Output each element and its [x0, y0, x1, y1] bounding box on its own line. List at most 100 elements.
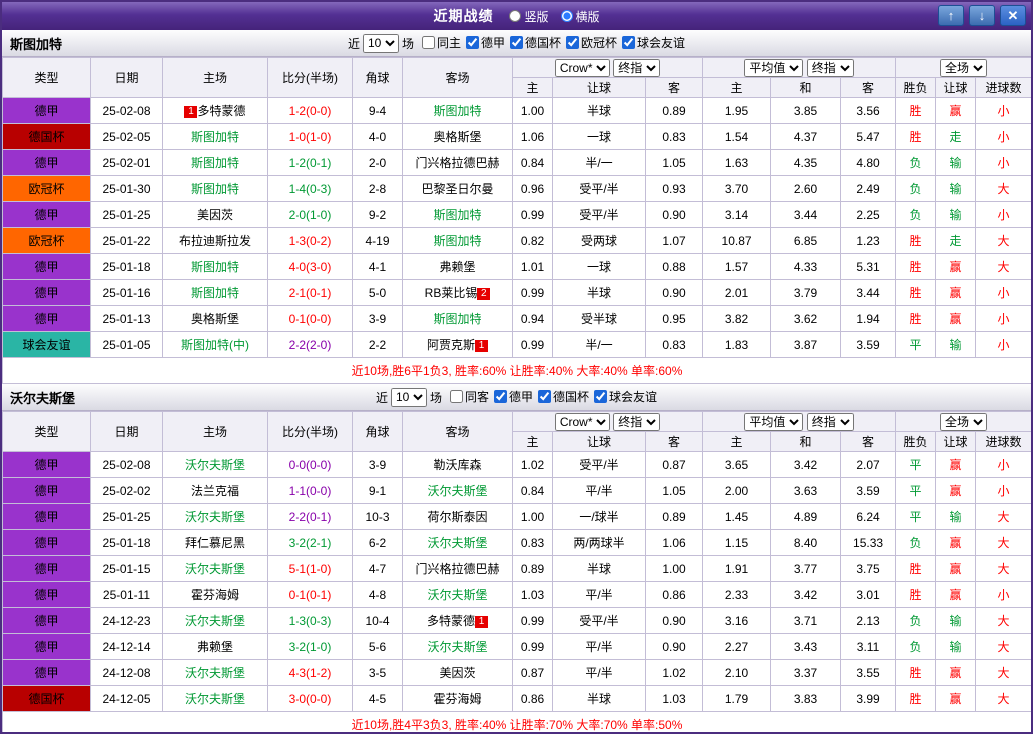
team-name: 沃尔夫斯堡	[427, 640, 488, 654]
handicap-result-cell: 赢	[935, 659, 977, 686]
odds-home-cell: 0.96	[512, 175, 553, 202]
odds-away-cell: 0.87	[644, 451, 704, 478]
odds-company-header: Crow* 终指	[511, 411, 704, 432]
home-team-cell: 沃尔夫斯堡	[162, 451, 268, 478]
result-cell: 胜	[895, 659, 937, 686]
odds-away-cell: 1.05	[644, 477, 704, 504]
handicap-result-cell: 输	[935, 633, 977, 660]
match-row: 德甲 25-02-08 沃尔夫斯堡 0-0(0-0) 3-9 勒沃库森 1.02 受平/半 0.…	[2, 451, 1031, 478]
avg-away-cell: 1.94	[840, 305, 897, 332]
match-row: 欧冠杯 25-01-22 布拉迪斯拉发 1-3(0-2) 4-19 斯图加特 0.82 受两球…	[2, 227, 1031, 254]
view-mode-option[interactable]: 横版	[560, 8, 600, 25]
filter-checkbox-input[interactable]	[566, 36, 580, 49]
date-cell: 25-01-25	[90, 503, 163, 530]
filter-checkbox[interactable]: 德国杯	[510, 34, 561, 51]
filter-checkbox[interactable]: 德国杯	[538, 388, 589, 405]
handicap-cell: 一球	[552, 123, 646, 150]
result-cell: 平	[895, 477, 937, 504]
odds-final-index-select[interactable]: 终指	[613, 58, 661, 77]
scroll-up-button[interactable]: ↑	[938, 5, 964, 26]
result-cell: 平	[895, 331, 937, 358]
team-name: 斯图加特	[433, 312, 482, 326]
filter-checkbox-input[interactable]	[510, 36, 523, 49]
filter-checkbox-input[interactable]	[465, 36, 479, 49]
close-button[interactable]: ✕	[1000, 5, 1026, 26]
odds-company-select[interactable]: Crow*	[554, 58, 610, 77]
view-mode-radio[interactable]	[560, 10, 573, 22]
league-cell: 德甲	[2, 279, 91, 306]
filter-checkbox[interactable]: 同主	[421, 34, 461, 51]
odds-home-cell: 0.83	[512, 529, 553, 556]
match-row: 德甲 25-02-08 1 多特蒙德 1-2(0-0) 9-4 斯图加特 1.00 半球 0.89…	[2, 97, 1031, 124]
team-name: 布拉迪斯拉发	[178, 234, 251, 248]
score-cell: 0-1(0-0)	[267, 305, 353, 332]
filter-checkbox-input[interactable]	[622, 36, 636, 49]
results-table: 类型 日期 主场 比分(半场) 角球 客场 Crow* 终指 平均值 终指 全场…	[2, 57, 1031, 384]
home-team-cell: 沃尔夫斯堡	[162, 555, 268, 582]
view-mode-option[interactable]: 竖版	[509, 8, 549, 25]
handicap-result-cell: 输	[935, 149, 977, 176]
handicap-cell: 平/半	[552, 581, 646, 608]
filter-checkbox-input[interactable]	[594, 390, 608, 403]
score-cell: 5-1(1-0)	[267, 555, 353, 582]
away-team-cell: 沃尔夫斯堡	[402, 633, 513, 660]
avg-select[interactable]: 平均值	[744, 412, 804, 431]
avg-select[interactable]: 平均值	[744, 58, 804, 77]
avg-away-cell: 2.13	[840, 607, 897, 634]
date-cell: 25-01-18	[90, 529, 163, 556]
subcol-avg-draw: 和	[770, 77, 842, 98]
handicap-cell: 受半球	[552, 305, 646, 332]
avg-away-cell: 3.99	[840, 685, 897, 712]
recent-count-select[interactable]: 10	[390, 387, 427, 407]
score-cell: 1-3(0-2)	[267, 227, 353, 254]
filter-checkbox[interactable]: 球会友谊	[594, 388, 657, 405]
odds-away-cell: 0.89	[644, 97, 704, 124]
handicap-cell: 平/半	[552, 659, 646, 686]
odds-company-select[interactable]: Crow*	[554, 412, 610, 431]
avg-final-index-select[interactable]: 终指	[806, 58, 854, 77]
odds-home-cell: 0.99	[512, 201, 553, 228]
avg-away-cell: 3.59	[840, 477, 897, 504]
avg-final-index-select[interactable]: 终指	[806, 412, 854, 431]
filter-checkbox-input[interactable]	[494, 390, 507, 403]
avg-draw-cell: 3.63	[770, 477, 842, 504]
fulltime-select[interactable]: 全场	[940, 58, 988, 77]
fulltime-select[interactable]: 全场	[940, 412, 988, 431]
team-name: 沃尔夫斯堡	[184, 692, 245, 706]
section-header-bar: 斯图加特 近 10 场 同主 德甲 德国杯 欧冠杯 球会友谊	[2, 30, 1031, 57]
result-cell: 胜	[895, 555, 937, 582]
filter-checkbox[interactable]: 球会友谊	[622, 34, 685, 51]
recent-count-select[interactable]: 10	[362, 33, 399, 53]
goals-cell: 小	[975, 279, 1031, 306]
filter-checkbox[interactable]: 德甲	[494, 388, 533, 405]
handicap-result-cell: 走	[935, 123, 977, 150]
scroll-down-button[interactable]: ↓	[969, 5, 995, 26]
avg-away-cell: 15.33	[840, 529, 897, 556]
goals-cell: 大	[975, 503, 1031, 530]
view-mode-radio[interactable]	[509, 10, 522, 22]
team-name: 沃尔夫斯堡	[184, 562, 245, 576]
corners-cell: 4-5	[352, 685, 403, 712]
home-team-cell: 1 多特蒙德	[162, 97, 268, 124]
subcol-handicap: 让球	[552, 77, 646, 98]
filter-checkbox-input[interactable]	[538, 390, 552, 403]
filter-checkbox[interactable]: 德甲	[465, 34, 505, 51]
odds-final-index-select[interactable]: 终指	[613, 412, 661, 431]
league-cell: 德甲	[2, 97, 91, 124]
result-cell: 平	[895, 451, 937, 478]
league-cell: 德甲	[2, 555, 91, 582]
home-team-cell: 霍芬海姆	[162, 581, 268, 608]
filter-checkbox-input[interactable]	[449, 390, 463, 403]
filter-checkbox[interactable]: 欧冠杯	[566, 34, 617, 51]
team-name: 斯图加特	[190, 130, 239, 144]
league-cell: 德甲	[2, 253, 91, 280]
avg-home-cell: 3.16	[702, 607, 772, 634]
filter-checkbox[interactable]: 同客	[449, 388, 489, 405]
filters-bar: 近 10 场 同客 德甲 德国杯 球会友谊	[2, 387, 1031, 407]
filter-checkbox-input[interactable]	[421, 36, 435, 49]
away-team-cell: 奥格斯堡	[402, 123, 513, 150]
subcol-handicap-result: 让球	[935, 77, 977, 98]
home-team-cell: 拜仁慕尼黑	[162, 529, 268, 556]
handicap-cell: 一球	[552, 253, 646, 280]
avg-draw-cell: 3.79	[770, 279, 842, 306]
